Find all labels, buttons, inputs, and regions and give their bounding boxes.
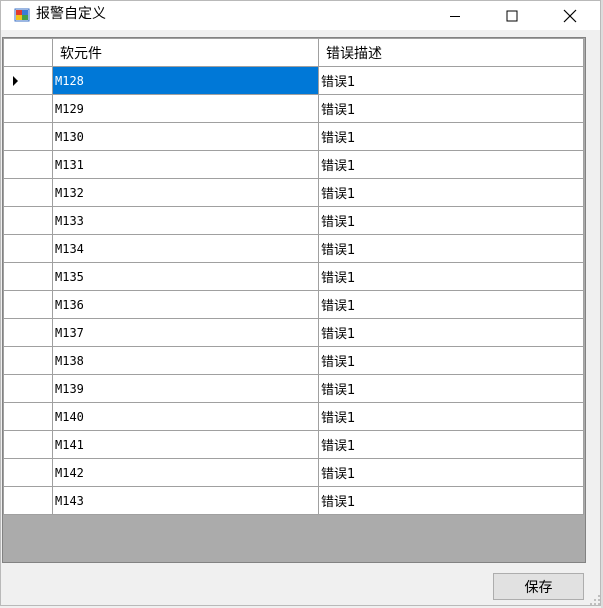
row-header-cell[interactable] xyxy=(3,122,53,151)
device-cell[interactable]: M141 xyxy=(52,430,319,459)
row-header-cell[interactable] xyxy=(3,458,53,487)
close-button[interactable] xyxy=(547,1,593,30)
table-row[interactable]: M137 错误1 xyxy=(3,318,584,347)
description-cell[interactable]: 错误1 xyxy=(318,94,584,123)
table-row[interactable]: M142 错误1 xyxy=(3,458,584,487)
device-cell[interactable]: M140 xyxy=(52,402,319,431)
app-icon xyxy=(14,8,30,22)
description-cell[interactable]: 错误1 xyxy=(318,290,584,319)
row-header-cell[interactable] xyxy=(3,150,53,179)
row-header-cell[interactable] xyxy=(3,290,53,319)
table-row[interactable]: M140 错误1 xyxy=(3,402,584,431)
table-row[interactable]: M133 错误1 xyxy=(3,206,584,235)
description-cell[interactable]: 错误1 xyxy=(318,430,584,459)
description-cell[interactable]: 错误1 xyxy=(318,234,584,263)
description-cell[interactable]: 错误1 xyxy=(318,150,584,179)
device-cell[interactable]: M134 xyxy=(52,234,319,263)
device-cell[interactable]: M128 xyxy=(52,66,319,95)
row-header-cell[interactable] xyxy=(3,234,53,263)
row-header-cell[interactable] xyxy=(3,178,53,207)
save-button[interactable]: 保存 xyxy=(493,573,584,600)
grid-table: 软元件 错误描述 M128 错误1 M129 错误1 M130 错误1 M131 错误1 M13… xyxy=(3,38,584,515)
device-cell[interactable]: M142 xyxy=(52,458,319,487)
description-cell[interactable]: 错误1 xyxy=(318,374,584,403)
grid-corner-cell xyxy=(3,38,53,67)
description-cell[interactable]: 错误1 xyxy=(318,486,584,515)
maximize-button[interactable] xyxy=(489,1,535,30)
device-cell[interactable]: M133 xyxy=(52,206,319,235)
description-cell[interactable]: 错误1 xyxy=(318,402,584,431)
table-row[interactable]: M136 错误1 xyxy=(3,290,584,319)
row-header-cell[interactable] xyxy=(3,346,53,375)
row-header-cell[interactable] xyxy=(3,262,53,291)
table-row[interactable]: M128 错误1 xyxy=(3,66,584,95)
description-cell[interactable]: 错误1 xyxy=(318,206,584,235)
description-cell[interactable]: 错误1 xyxy=(318,178,584,207)
close-icon xyxy=(563,9,577,22)
description-cell[interactable]: 错误1 xyxy=(318,318,584,347)
description-cell[interactable]: 错误1 xyxy=(318,346,584,375)
row-header-cell[interactable] xyxy=(3,206,53,235)
row-header-cell[interactable] xyxy=(3,318,53,347)
device-cell[interactable]: M135 xyxy=(52,262,319,291)
row-header-cell[interactable] xyxy=(3,66,53,95)
column-header-device[interactable]: 软元件 xyxy=(52,38,319,67)
minimize-button[interactable] xyxy=(432,1,478,30)
device-cell[interactable]: M138 xyxy=(52,346,319,375)
device-cell[interactable]: M136 xyxy=(52,290,319,319)
table-row[interactable]: M141 错误1 xyxy=(3,430,584,459)
table-row[interactable]: M138 错误1 xyxy=(3,346,584,375)
alarm-data-grid[interactable]: 软元件 错误描述 M128 错误1 M129 错误1 M130 错误1 M131 错误1 M13… xyxy=(2,37,586,563)
current-row-arrow-icon xyxy=(13,76,18,86)
table-row[interactable]: M139 错误1 xyxy=(3,374,584,403)
table-row[interactable]: M135 错误1 xyxy=(3,262,584,291)
device-cell[interactable]: M139 xyxy=(52,374,319,403)
table-row[interactable]: M134 错误1 xyxy=(3,234,584,263)
description-cell[interactable]: 错误1 xyxy=(318,122,584,151)
title-bar[interactable]: 报警自定义 xyxy=(1,1,600,30)
table-row[interactable]: M132 错误1 xyxy=(3,178,584,207)
device-cell[interactable]: M137 xyxy=(52,318,319,347)
description-cell[interactable]: 错误1 xyxy=(318,66,584,95)
column-header-description[interactable]: 错误描述 xyxy=(318,38,584,67)
window-title: 报警自定义 xyxy=(36,6,106,22)
minimize-icon xyxy=(450,15,460,17)
header-row: 软元件 错误描述 xyxy=(3,38,584,67)
description-cell[interactable]: 错误1 xyxy=(318,262,584,291)
table-row[interactable]: M130 错误1 xyxy=(3,122,584,151)
table-row[interactable]: M131 错误1 xyxy=(3,150,584,179)
row-header-cell[interactable] xyxy=(3,402,53,431)
table-row[interactable]: M143 错误1 xyxy=(3,486,584,515)
device-cell[interactable]: M130 xyxy=(52,122,319,151)
row-header-cell[interactable] xyxy=(3,430,53,459)
row-header-cell[interactable] xyxy=(3,486,53,515)
device-cell[interactable]: M129 xyxy=(52,94,319,123)
resize-grip-icon[interactable] xyxy=(589,594,601,606)
table-row[interactable]: M129 错误1 xyxy=(3,94,584,123)
maximize-icon xyxy=(506,10,518,21)
row-header-cell[interactable] xyxy=(3,374,53,403)
device-cell[interactable]: M132 xyxy=(52,178,319,207)
description-cell[interactable]: 错误1 xyxy=(318,458,584,487)
device-cell[interactable]: M131 xyxy=(52,150,319,179)
alarm-custom-window: 报警自定义 软元件 错误描述 M128 错误1 M129 错误1 M130 错误1 M131… xyxy=(0,0,601,606)
device-cell[interactable]: M143 xyxy=(52,486,319,515)
row-header-cell[interactable] xyxy=(3,94,53,123)
